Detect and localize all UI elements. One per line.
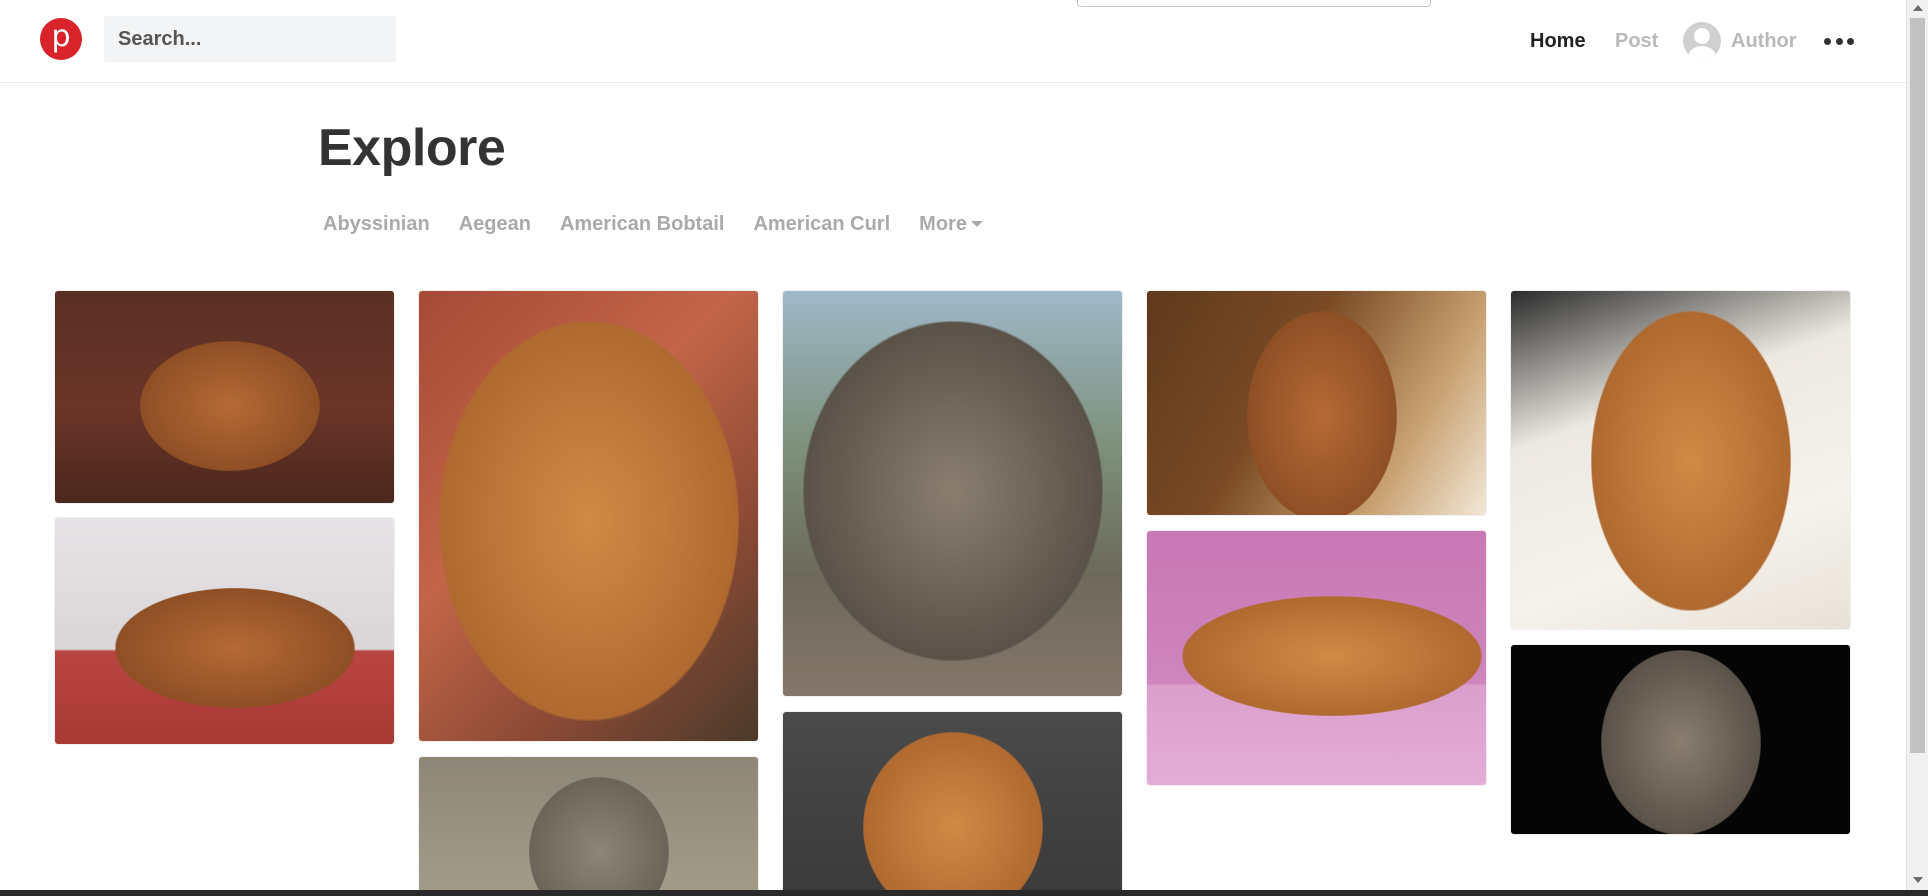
cat-photo [1591, 311, 1791, 611]
cat-photo [803, 321, 1103, 661]
cat-photo [1247, 311, 1397, 515]
gallery-card-cat-7[interactable] [1147, 291, 1486, 515]
gallery-card-cat-1[interactable] [55, 291, 394, 503]
scroll-down-arrow-icon[interactable] [1913, 877, 1923, 883]
scrollbar-thumb[interactable] [1910, 18, 1925, 753]
category-tab-aegean[interactable]: Aegean [459, 213, 531, 236]
cat-photo [1601, 650, 1761, 834]
dot [1824, 37, 1831, 45]
more-label: More [919, 213, 967, 235]
logo-letter: p [51, 18, 71, 54]
dot [1835, 37, 1843, 45]
nav-author-label: Author [1731, 29, 1797, 52]
nav-home-label: Home [1530, 29, 1586, 52]
user-avatar-icon [1683, 22, 1721, 60]
gallery-card-cat-5[interactable] [783, 291, 1122, 696]
logo-icon[interactable]: p [40, 18, 82, 60]
search-input[interactable] [104, 16, 396, 62]
cat-photo [115, 588, 355, 708]
vertical-scrollbar[interactable] [1906, 0, 1928, 896]
cat-photo [1182, 596, 1482, 716]
dot [1847, 37, 1854, 45]
caret-down-icon [970, 220, 983, 227]
nav-post-link[interactable]: Post [1615, 0, 1658, 82]
nav-author-link[interactable]: Author [1683, 0, 1797, 82]
cat-photo [439, 321, 739, 721]
gallery-card-cat-9[interactable] [1511, 291, 1850, 629]
category-tabs: Abyssinian Aegean American Bobtail Ameri… [323, 213, 1012, 236]
gallery-card-cat-4[interactable] [419, 757, 758, 896]
gallery-card-cat-10[interactable] [1511, 645, 1850, 834]
page-title: Explore [318, 119, 506, 177]
category-tab-american-curl[interactable]: American Curl [753, 213, 890, 236]
cat-photo [529, 777, 669, 896]
gallery-card-cat-2[interactable] [55, 518, 394, 744]
more-dropdown-button[interactable]: More [919, 213, 983, 236]
top-header: p Home Post Author [0, 0, 1906, 83]
cat-photo [863, 732, 1043, 896]
gallery-card-cat-6[interactable] [783, 712, 1122, 896]
more-dots-icon[interactable] [1824, 28, 1854, 54]
gallery-card-cat-3[interactable] [419, 291, 758, 741]
dropdown-popup-edge [1077, 0, 1431, 7]
bottom-edge-bar [0, 890, 1928, 896]
gallery-card-cat-8[interactable] [1147, 531, 1486, 785]
nav-home-link[interactable]: Home [1530, 0, 1586, 82]
category-tab-american-bobtail[interactable]: American Bobtail [560, 213, 724, 236]
category-tab-abyssinian[interactable]: Abyssinian [323, 213, 430, 236]
scroll-up-arrow-icon[interactable] [1913, 5, 1923, 11]
nav-post-label: Post [1615, 29, 1659, 52]
cat-photo [140, 341, 320, 471]
